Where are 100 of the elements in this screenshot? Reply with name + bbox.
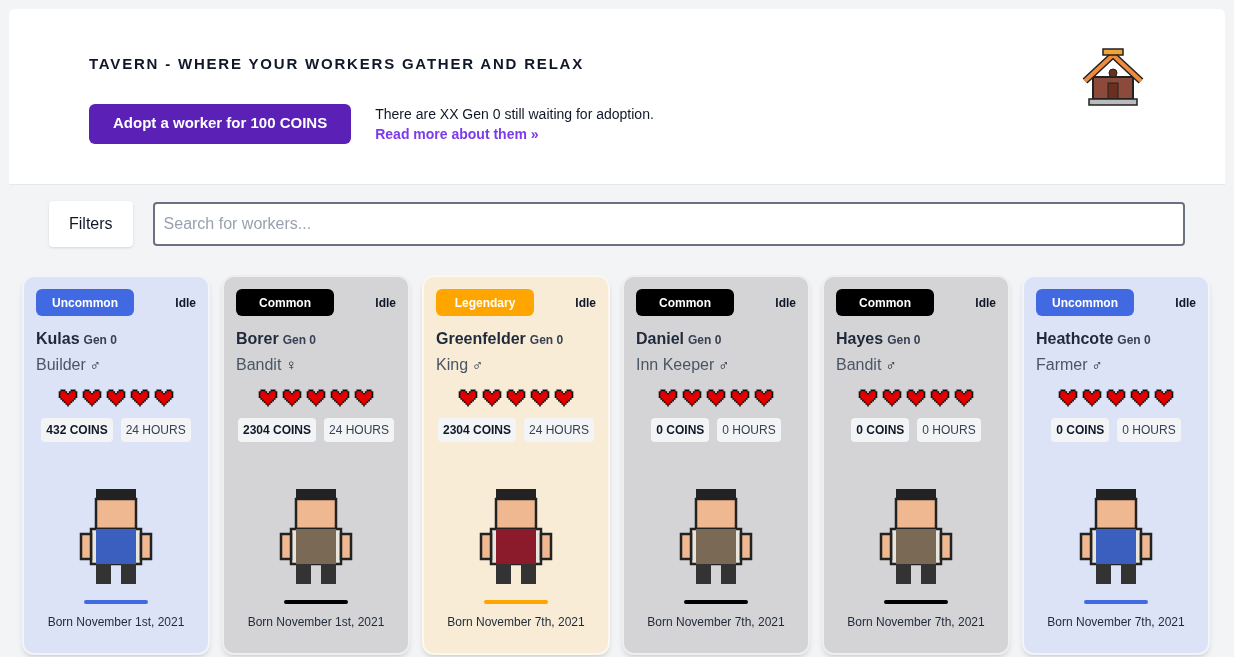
worker-card[interactable]: Common Idle Daniel Gen 0 Inn Keeper ♂ 0 COINS 0 HOURS Born November 7th, 2021	[622, 275, 810, 655]
heart-icon	[1057, 387, 1079, 409]
job-label: Bandit	[236, 355, 282, 375]
rarity-tag: Uncommon	[1036, 289, 1134, 316]
coins-label: 432 COINS	[41, 418, 113, 442]
rarity-bar	[884, 600, 948, 604]
coins-label: 0 COINS	[651, 418, 710, 442]
rarity-tag: Uncommon	[36, 289, 134, 316]
generation-label: Gen 0	[282, 332, 317, 349]
rarity-bar	[84, 600, 148, 604]
gender-symbol: ♂	[1091, 355, 1103, 375]
rarity-tag: Common	[236, 289, 334, 316]
heart-icon	[153, 387, 175, 409]
status-label: Idle	[575, 294, 596, 312]
coins-label: 2304 COINS	[437, 418, 516, 442]
birth-date: Born November 7th, 2021	[846, 614, 986, 631]
worker-card[interactable]: Uncommon Idle Kulas Gen 0 Builder ♂ 432 COINS 24 HOURS Born November 1st, 2021	[22, 275, 210, 655]
heart-icon	[553, 387, 575, 409]
worker-name: Greenfelder	[436, 329, 526, 349]
status-label: Idle	[175, 294, 196, 312]
gender-symbol: ♂	[885, 355, 897, 375]
heart-icon	[881, 387, 903, 409]
heart-icon	[505, 387, 527, 409]
heart-icon	[81, 387, 103, 409]
heart-icon	[1081, 387, 1103, 409]
birth-date: Born November 1st, 2021	[246, 614, 386, 631]
job-label: Inn Keeper	[636, 355, 715, 375]
worker-card[interactable]: Common Idle Borer Gen 0 Bandit ♀ 2304 COINS 24 HOURS Born November 1st, 2021	[222, 275, 410, 655]
heart-icon	[257, 387, 279, 409]
rarity-bar	[484, 600, 548, 604]
birth-date: Born November 1st, 2021	[46, 614, 186, 631]
job-label: Bandit	[836, 355, 882, 375]
heart-icon	[857, 387, 879, 409]
hours-label: 0 HOURS	[717, 418, 781, 442]
rarity-tag: Legendary	[436, 289, 534, 316]
hours-label: 0 HOURS	[1117, 418, 1181, 442]
birth-date: Born November 7th, 2021	[1046, 614, 1186, 631]
generation-label: Gen 0	[688, 332, 722, 349]
page-title: TAVERN - WHERE YOUR WORKERS GATHER AND RELAX	[89, 54, 586, 74]
heart-icon	[929, 387, 951, 409]
heart-icon	[481, 387, 503, 409]
search-field[interactable]: Search for workers...	[152, 202, 1185, 246]
generation-label: Gen 0	[529, 332, 564, 349]
hours-label: 0 HOURS	[917, 418, 981, 442]
heart-icon	[681, 387, 703, 409]
heart-icon	[105, 387, 127, 409]
status-label: Idle	[775, 294, 796, 312]
heart-icon	[57, 387, 79, 409]
generation-label: Gen 0	[83, 332, 117, 349]
heart-icon	[1153, 387, 1175, 409]
hours-label: 24 HOURS	[524, 418, 595, 442]
gender-symbol: ♂	[89, 355, 102, 375]
coins-label: 0 COINS	[1051, 418, 1110, 442]
heart-icon	[305, 387, 327, 409]
adopt-button[interactable]: Adopt a worker for 100 COINS	[89, 103, 352, 144]
birth-date: Born November 7th, 2021	[646, 614, 786, 631]
birth-date: Born November 7th, 2021	[446, 614, 586, 631]
job-label: King	[436, 355, 469, 375]
heart-icon	[905, 387, 927, 409]
heart-icon	[729, 387, 751, 409]
worker-card[interactable]: Common Idle Hayes Gen 0 Bandit ♂ 0 COINS 0 HOURS Born November 7th, 2021	[822, 275, 1010, 655]
coins-label: 2304 COINS	[237, 418, 316, 442]
read-more-link[interactable]: Read more about them »	[375, 123, 654, 144]
hours-label: 24 HOURS	[120, 418, 191, 442]
worker-name: Heathcote	[1036, 329, 1114, 349]
worker-card[interactable]: Legendary Idle Greenfelder Gen 0 King ♂ 2304 COINS 24 HOURS Born November 7th, 2021	[422, 275, 610, 655]
status-label: Idle	[975, 294, 996, 312]
worker-card[interactable]: Uncommon Idle Heathcote Gen 0 Farmer ♂ 0 COINS 0 HOURS Born November 7th, 2021	[1022, 275, 1210, 655]
gender-symbol: ♂	[718, 355, 730, 375]
heart-icon	[953, 387, 975, 409]
hours-label: 24 HOURS	[324, 418, 395, 442]
heart-icon	[129, 387, 151, 409]
heart-icon	[529, 387, 551, 409]
worker-name: Kulas	[36, 329, 80, 349]
generation-label: Gen 0	[1117, 332, 1151, 349]
heart-icon	[1105, 387, 1127, 409]
generation-label: Gen 0	[887, 332, 921, 349]
rarity-bar	[284, 600, 348, 604]
heart-icon	[705, 387, 727, 409]
heart-icon	[457, 387, 479, 409]
heart-icon	[657, 387, 679, 409]
job-label: Farmer	[1036, 355, 1088, 375]
status-label: Idle	[1175, 294, 1196, 312]
filters-button[interactable]: Filters	[49, 201, 133, 247]
heart-icon	[329, 387, 351, 409]
worker-name: Hayes	[836, 329, 884, 349]
status-label: Idle	[375, 294, 396, 312]
rarity-bar	[684, 600, 748, 604]
rarity-tag: Common	[636, 289, 734, 316]
rarity-tag: Common	[836, 289, 934, 316]
heart-icon	[281, 387, 303, 409]
gender-symbol: ♀	[285, 355, 297, 375]
heart-icon	[753, 387, 775, 409]
adoption-info: There are XX Gen 0 still waiting for adoption.	[375, 104, 654, 124]
worker-name: Borer	[236, 329, 279, 349]
job-label: Builder	[36, 355, 86, 375]
heart-icon	[353, 387, 375, 409]
coins-label: 0 COINS	[851, 418, 910, 442]
worker-name: Daniel	[636, 329, 684, 349]
rarity-bar	[1084, 600, 1148, 604]
